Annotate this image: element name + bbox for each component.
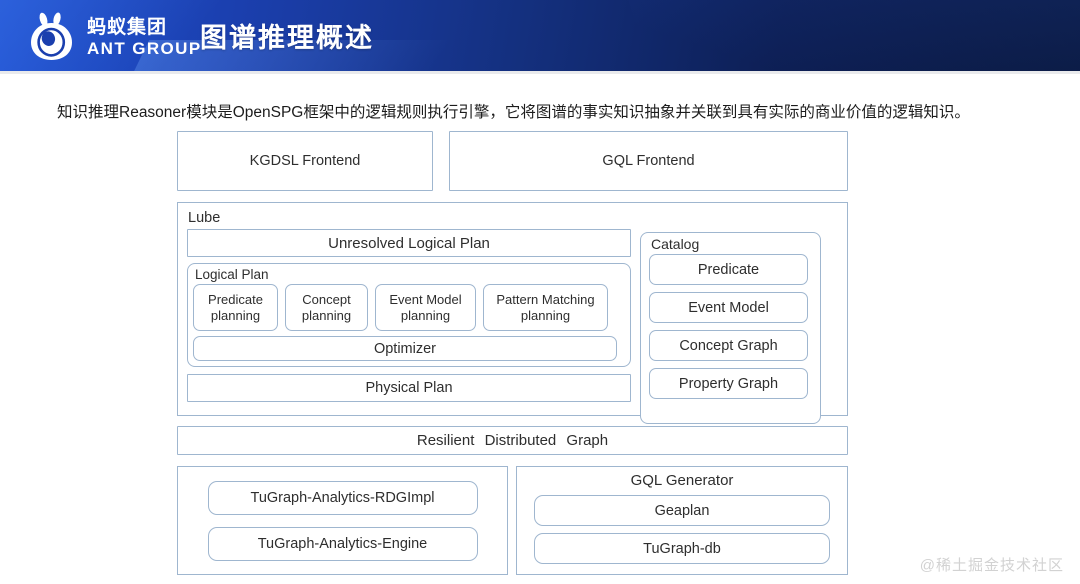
tugraph-analytics-engine-box: TuGraph-Analytics-Engine (207, 526, 478, 561)
lube-container: Lube Unresolved Logical Plan Logical Pla… (177, 202, 848, 424)
tugraph-analytics-panel: TuGraph-Analytics-RDGImpl TuGraph-Analyt… (177, 466, 508, 575)
lube-label: Lube (188, 210, 221, 226)
logical-plan-container: Logical Plan Predicate planning Concept … (187, 263, 631, 367)
planning-box-line2: planning (210, 307, 261, 323)
planning-box-line2: planning (400, 307, 451, 323)
brand-lockup: 蚂蚁集团 ANT GROUP (26, 9, 202, 65)
catalog-container: Catalog Predicate Event Model Concept Gr… (640, 232, 821, 424)
lube-inner: Unresolved Logical Plan Logical Plan Pre… (187, 229, 840, 424)
catalog-item-predicate: Predicate (649, 254, 808, 285)
ant-head-logo-icon (26, 11, 78, 63)
pattern-matching-planning-box: Pattern Matching planning (483, 284, 608, 331)
planning-box-line2: planning (520, 307, 571, 323)
gql-generator-panel: GQL Generator Geaplan TuGraph-db (516, 466, 848, 575)
geaplan-box: Geaplan (534, 495, 830, 526)
planning-box-row: Predicate planning Concept planning Even… (193, 284, 625, 331)
catalog-label: Catalog (651, 236, 700, 252)
physical-plan-box: Physical Plan (187, 374, 631, 402)
lube-left-column: Unresolved Logical Plan Logical Plan Pre… (187, 229, 631, 402)
unresolved-logical-plan-box: Unresolved Logical Plan (187, 229, 631, 257)
catalog-item-property-graph: Property Graph (649, 368, 808, 399)
tugraph-db-box: TuGraph-db (534, 533, 830, 564)
intro-paragraph: 知识推理Reasoner模块是OpenSPG框架中的逻辑规则执行引擎，它将图谱的… (57, 103, 970, 121)
brand-text: 蚂蚁集团 ANT GROUP (87, 18, 202, 57)
architecture-diagram: KGDSL Frontend GQL Frontend Lube Unresol… (177, 131, 848, 575)
watermark: @稀土掘金技术社区 (919, 557, 1064, 574)
predicate-planning-box: Predicate planning (193, 284, 278, 331)
brand-name-en: ANT GROUP (87, 38, 202, 58)
concept-planning-box: Concept planning (285, 284, 368, 331)
planning-box-line2: planning (301, 307, 352, 323)
header-sheen-right (611, 0, 1080, 74)
frontend-row: KGDSL Frontend GQL Frontend (177, 131, 848, 191)
resilient-distributed-graph-box: Resilient Distributed Graph (177, 426, 848, 455)
lube-row: Lube Unresolved Logical Plan Logical Pla… (177, 202, 848, 424)
kgdsl-frontend-box: KGDSL Frontend (177, 131, 433, 191)
optimizer-box: Optimizer (193, 336, 617, 361)
planning-box-line1: Concept (302, 291, 351, 307)
planning-box-line1: Event Model (389, 291, 462, 307)
page-title: 图谱推理概述 (200, 23, 374, 53)
logical-plan-label: Logical Plan (195, 267, 269, 282)
bottom-row: TuGraph-Analytics-RDGImpl TuGraph-Analyt… (177, 466, 848, 575)
page-header: 蚂蚁集团 ANT GROUP 图谱推理概述 (0, 0, 1080, 74)
tugraph-analytics-rdgimpl-box: TuGraph-Analytics-RDGImpl (207, 480, 478, 515)
event-model-planning-box: Event Model planning (375, 284, 476, 331)
gql-frontend-box: GQL Frontend (449, 131, 848, 191)
catalog-item-event-model: Event Model (649, 292, 808, 323)
gql-generator-title: GQL Generator (630, 472, 734, 489)
header-divider (0, 71, 1080, 74)
planning-box-line1: Predicate (208, 291, 263, 307)
planning-box-line1: Pattern Matching (496, 291, 595, 307)
brand-name-cn: 蚂蚁集团 (87, 16, 168, 38)
catalog-item-concept-graph: Concept Graph (649, 330, 808, 361)
